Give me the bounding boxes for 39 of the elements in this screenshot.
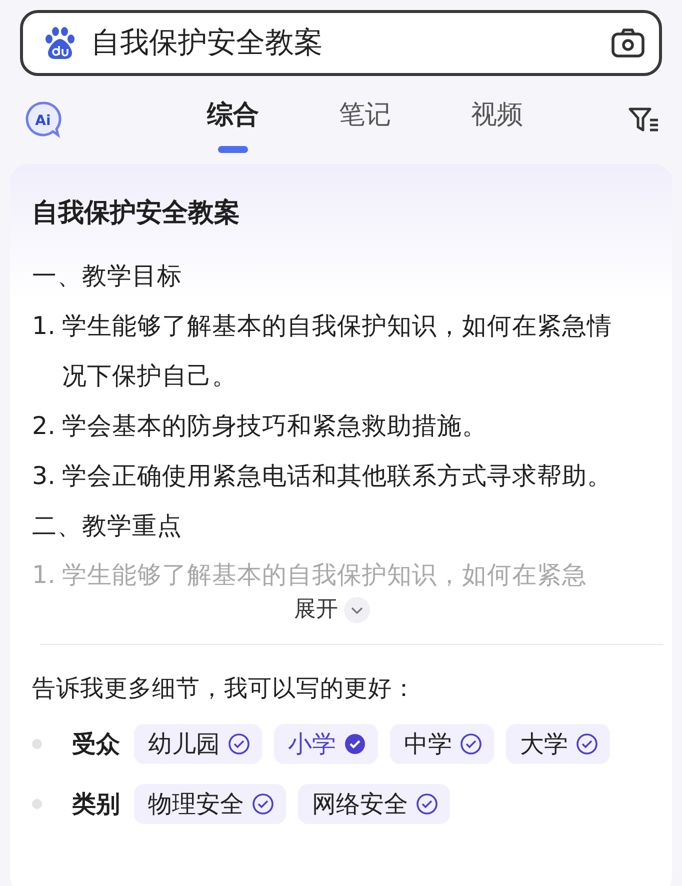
list-text: 学生能够了解基本的自我保护知识，如何在紧急情况下保护自己。 [62,310,613,392]
answer-title: 自我保护安全教案 [32,197,241,230]
tab[interactable]: 视频 [471,88,523,152]
check-circle-icon [576,733,598,756]
option-chip[interactable]: 中学 [390,724,494,764]
bullet-dot [32,739,42,750]
expand-button[interactable]: 展开 [294,593,370,626]
option-chip[interactable]: 大学 [506,724,610,764]
ai-assistant-icon[interactable]: Ai [24,101,62,139]
list-text: 学会正确使用紧急电话和其他联系方式寻求帮助。 [62,460,612,492]
list-text: 学会基本的防身技巧和紧急救助措施。 [62,410,487,442]
check-circle-icon [252,793,274,816]
list-number: 1. [32,559,56,591]
check-circle-icon [228,733,250,756]
faded-text: 学生能够了解基本的自我保护知识，如何在紧急 [62,559,587,591]
option-chip[interactable]: 物理安全 [134,784,286,824]
camera-icon[interactable] [611,28,645,58]
section-heading: 一、教学目标 [32,260,183,292]
bullet-dot [32,799,42,810]
option-chip[interactable]: 小学 [274,724,378,764]
check-circle-icon [416,793,438,816]
check-circle-icon [344,733,366,756]
search-query: 自我保护安全教案 [90,24,324,62]
tab[interactable]: 笔记 [339,88,391,152]
option-chip[interactable]: 网络安全 [298,784,450,824]
paw-logo-icon [43,26,77,60]
chevron-down-icon [344,596,370,622]
section-heading: 二、教学重点 [32,510,183,542]
tab[interactable]: 综合 [207,88,259,152]
group-label: 类别 [72,789,120,820]
prompt-text: 告诉我更多细节，我可以写的更好： [32,673,417,704]
search-field[interactable]: 自我保护安全教案 [20,10,662,76]
check-circle-icon [460,733,482,756]
list-number: 1. [32,310,56,342]
list-number: 3. [32,460,56,492]
filter-icon[interactable] [628,106,660,134]
option-chip[interactable]: 幼儿园 [134,724,262,764]
list-number: 2. [32,410,56,442]
group-label: 受众 [72,729,120,760]
